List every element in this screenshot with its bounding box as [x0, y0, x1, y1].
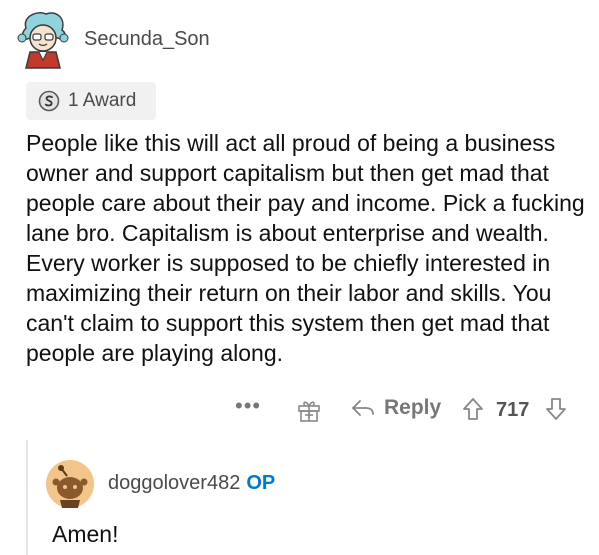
comment-actions: ••• Reply 717: [0, 393, 599, 427]
vote-score: 717: [496, 399, 530, 421]
comment-username[interactable]: Secunda_Son: [84, 28, 210, 51]
downvote-arrow-icon[interactable]: [544, 396, 568, 422]
reply-avatar[interactable]: [46, 460, 94, 508]
reply-arrow-icon: [352, 400, 374, 416]
reply-username[interactable]: doggolover482: [108, 472, 240, 494]
user-avatar-icon: [17, 12, 69, 69]
reply-body: Amen!: [52, 521, 119, 547]
thread-collapse-line[interactable]: [26, 440, 28, 555]
reply-button[interactable]: Reply: [350, 395, 441, 421]
comment-thread: Secunda_Son 1 Award People like this wil…: [0, 0, 599, 555]
avatar[interactable]: [12, 8, 74, 70]
reply-username-row: doggolover482 OP: [108, 472, 275, 495]
upvote-arrow-icon[interactable]: [461, 396, 485, 422]
op-badge: OP: [246, 472, 276, 494]
award-count: 1 Award: [68, 90, 137, 111]
more-options-button[interactable]: •••: [235, 393, 261, 419]
snoo-avatar-icon: [46, 460, 94, 508]
reply-label: Reply: [384, 396, 442, 419]
silver-award-icon: [38, 90, 60, 112]
gift-award-icon[interactable]: [296, 397, 322, 423]
comment-body: People like this will act all proud of b…: [26, 130, 585, 366]
award-badge[interactable]: 1 Award: [26, 82, 156, 120]
